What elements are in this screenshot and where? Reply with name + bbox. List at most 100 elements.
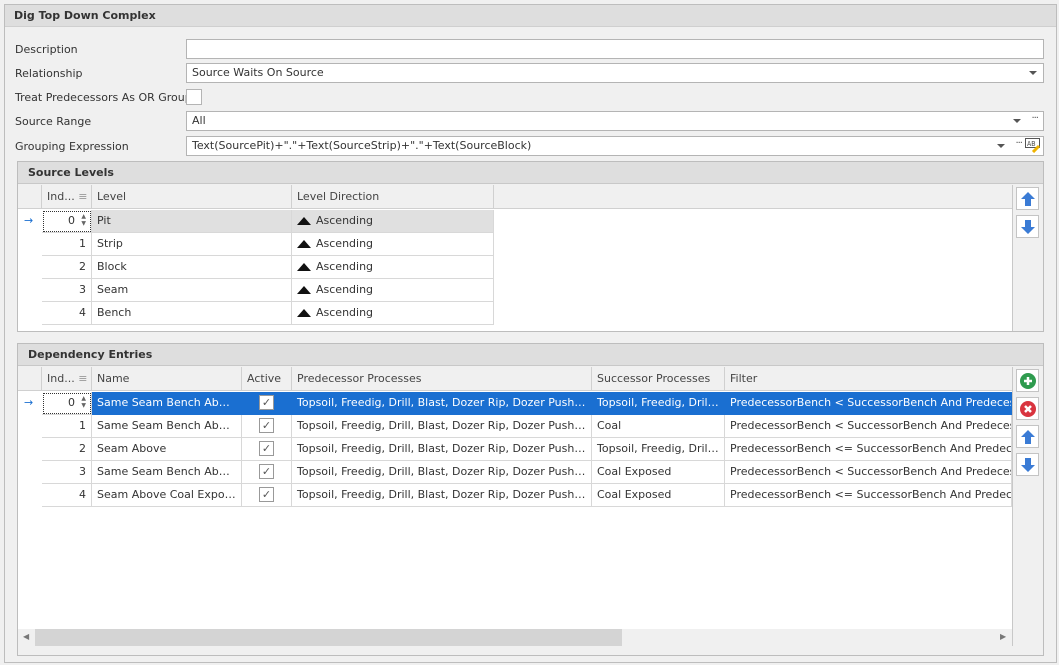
column-header-index[interactable]: Ind... ≡ [42, 367, 92, 391]
active-checkbox[interactable]: ✓ [259, 487, 274, 502]
level-direction-cell[interactable]: Ascending [292, 233, 494, 256]
level-direction-cell[interactable]: Ascending [292, 256, 494, 279]
move-down-button[interactable] [1016, 215, 1039, 238]
chevron-down-icon[interactable] [1029, 71, 1037, 75]
filter-cell[interactable]: PredecessorBench <= SuccessorBench And P… [725, 438, 1012, 461]
description-input[interactable] [186, 39, 1044, 59]
indicator-header [18, 185, 42, 209]
level-cell[interactable]: Bench [92, 302, 292, 325]
sort-icon: ≡ [78, 372, 88, 385]
grouping-value: Text(SourcePit)+"."+Text(SourceStrip)+".… [192, 139, 532, 152]
name-cell[interactable]: Same Seam Bench Above... [92, 461, 242, 484]
active-cell[interactable]: ✓ [242, 461, 292, 484]
successor-cell[interactable]: Coal [592, 415, 725, 438]
source-range-value: All [192, 114, 206, 127]
spin-icon: ▲ ▼ [81, 213, 86, 227]
level-direction-cell[interactable]: Ascending [292, 210, 494, 233]
predecessor-cell[interactable]: Topsoil, Freedig, Drill, Blast, Dozer Ri… [292, 415, 592, 438]
move-down-button[interactable] [1016, 453, 1039, 476]
level-cell[interactable]: Pit [92, 210, 292, 233]
chevron-down-icon[interactable] [997, 144, 1005, 148]
or-group-label: Treat Predecessors As OR Group [15, 91, 192, 104]
ascending-icon [297, 286, 311, 294]
predecessor-cell[interactable]: Topsoil, Freedig, Drill, Blast, Dozer Ri… [292, 392, 592, 415]
grouping-label: Grouping Expression [15, 140, 129, 153]
index-cell[interactable]: 4 [42, 302, 92, 325]
source-range-select[interactable]: All ··· [186, 111, 1044, 131]
successor-cell[interactable]: Coal Exposed [592, 484, 725, 507]
source-levels-title: Source Levels [18, 162, 1043, 184]
active-cell[interactable]: ✓ [242, 484, 292, 507]
column-header-filter[interactable]: Filter [725, 367, 1013, 391]
add-icon [1019, 372, 1036, 389]
svg-text:AB: AB [1027, 140, 1035, 148]
header-filler [494, 185, 1013, 209]
predecessor-cell[interactable]: Topsoil, Freedig, Drill, Blast, Dozer Ri… [292, 438, 592, 461]
active-cell[interactable]: ✓ [242, 392, 292, 415]
name-cell[interactable]: Same Seam Bench Above... [92, 415, 242, 438]
index-cell[interactable]: 3 [42, 279, 92, 302]
ellipsis-button[interactable]: ··· [1031, 113, 1038, 124]
or-group-checkbox[interactable] [186, 89, 202, 105]
column-header-index[interactable]: Ind... ≡ [42, 185, 92, 209]
expression-editor-icon[interactable]: AB [1025, 138, 1041, 153]
active-checkbox[interactable]: ✓ [259, 395, 274, 410]
arrow-down-icon [1020, 457, 1035, 472]
index-cell[interactable]: 4 [42, 484, 92, 507]
predecessor-cell[interactable]: Topsoil, Freedig, Drill, Blast, Dozer Ri… [292, 461, 592, 484]
description-label: Description [15, 43, 78, 56]
successor-cell[interactable]: Topsoil, Freedig, Drill,... [592, 392, 725, 415]
column-header-active[interactable]: Active [242, 367, 292, 391]
active-checkbox[interactable]: ✓ [259, 441, 274, 456]
active-cell[interactable]: ✓ [242, 415, 292, 438]
index-cell[interactable]: 1 [42, 233, 92, 256]
grouping-expression-input[interactable]: Text(SourcePit)+"."+Text(SourceStrip)+".… [186, 136, 1044, 156]
name-cell[interactable]: Same Seam Bench Above... [92, 392, 242, 415]
current-row-arrow-icon: → [24, 214, 34, 227]
horizontal-scrollbar[interactable]: ◀ ▶ [18, 629, 1013, 646]
scrollbar-thumb[interactable] [35, 629, 622, 646]
active-cell[interactable]: ✓ [242, 438, 292, 461]
index-cell[interactable]: 3 [42, 461, 92, 484]
move-up-button[interactable] [1016, 187, 1039, 210]
add-entry-button[interactable] [1016, 369, 1039, 392]
filter-cell[interactable]: PredecessorBench < SuccessorBench And Pr… [725, 392, 1012, 415]
index-cell[interactable]: 2 [42, 438, 92, 461]
filter-cell[interactable]: PredecessorBench < SuccessorBench And Pr… [725, 461, 1012, 484]
filter-cell[interactable]: PredecessorBench <= SuccessorBench And P… [725, 484, 1012, 507]
level-direction-cell[interactable]: Ascending [292, 279, 494, 302]
column-header-level-direction[interactable]: Level Direction [292, 185, 494, 209]
move-up-button[interactable] [1016, 425, 1039, 448]
indicator-header [18, 367, 42, 391]
successor-cell[interactable]: Coal Exposed [592, 461, 725, 484]
name-cell[interactable]: Seam Above Coal Exposed [92, 484, 242, 507]
name-cell[interactable]: Seam Above [92, 438, 242, 461]
index-cell[interactable]: 1 [42, 415, 92, 438]
dependency-entries-title: Dependency Entries [18, 344, 1043, 366]
level-cell[interactable]: Seam [92, 279, 292, 302]
ellipsis-button[interactable]: ··· [1015, 138, 1022, 149]
chevron-down-icon[interactable] [1013, 119, 1021, 123]
index-cell[interactable]: 0 ▲ ▼ [42, 392, 92, 415]
filter-cell[interactable]: PredecessorBench < SuccessorBench And Pr… [725, 415, 1012, 438]
index-cell[interactable]: 2 [42, 256, 92, 279]
predecessor-cell[interactable]: Topsoil, Freedig, Drill, Blast, Dozer Ri… [292, 484, 592, 507]
remove-icon [1019, 400, 1036, 417]
successor-cell[interactable]: Topsoil, Freedig, Drill,... [592, 438, 725, 461]
arrow-down-icon [1020, 219, 1035, 234]
active-checkbox[interactable]: ✓ [259, 418, 274, 433]
active-checkbox[interactable]: ✓ [259, 464, 274, 479]
column-header-successor[interactable]: Successor Processes [592, 367, 725, 391]
index-cell[interactable]: 0 ▲ ▼ [42, 210, 92, 233]
arrow-up-icon [1020, 191, 1035, 206]
level-cell[interactable]: Strip [92, 233, 292, 256]
column-header-predecessor[interactable]: Predecessor Processes [292, 367, 592, 391]
column-header-name[interactable]: Name [92, 367, 242, 391]
panel-title: Dig Top Down Complex [5, 5, 1056, 27]
remove-entry-button[interactable] [1016, 397, 1039, 420]
level-cell[interactable]: Block [92, 256, 292, 279]
column-header-level[interactable]: Level [92, 185, 292, 209]
scroll-left-icon: ◀ [23, 632, 30, 641]
relationship-select[interactable]: Source Waits On Source [186, 63, 1044, 83]
level-direction-cell[interactable]: Ascending [292, 302, 494, 325]
